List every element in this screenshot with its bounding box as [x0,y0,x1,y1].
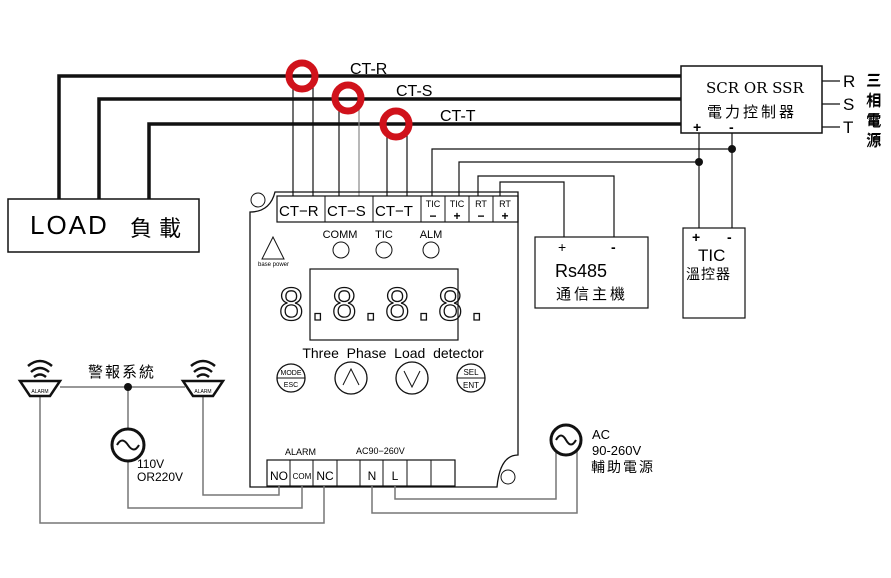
up-button[interactable] [334,361,368,395]
three-phase-power-label: 三 相 電 源 三相電源 [865,72,883,152]
scr-label-cn: 電力控制器 [707,103,797,121]
terminal-sign: + [501,209,508,223]
terminal-rt-plus[interactable]: RT [499,199,511,209]
led-tic-icon [375,241,393,259]
tic-box: + - TIC 溫控器 [682,227,746,319]
aux-power-ac: AC [592,427,610,442]
ent-label: ENT [463,381,479,390]
mode-esc-button[interactable]: MODE ESC [276,363,306,393]
load-label-cn: 負 載 [130,217,181,242]
up-arrow-icon [342,367,360,386]
ac-source-aux-icon [549,423,583,457]
ac-input-label: AC90−260V [356,446,405,456]
terminal-no[interactable]: NO [270,469,288,483]
ct-s-label: CT-S [396,83,432,100]
phase-s: S [843,95,854,114]
rs485-plus: + [558,239,566,255]
phase-supply-lines [822,80,840,128]
alarm-system-label: 警報系統 [88,363,156,381]
power-triangle-icon [261,235,285,260]
terminal-sign: − [429,209,436,223]
siren-left-icon: ALARM [17,359,63,398]
alarm-contact-label: ALARM [285,447,316,457]
terminal-n[interactable]: N [368,469,377,483]
load-box: LOAD 負 載 [7,198,200,253]
terminal-l[interactable]: L [392,469,399,483]
siren-label: ALARM [31,389,48,395]
load-label: LOAD [30,210,109,240]
rs485-title: Rs485 [555,261,607,281]
terminal-nc[interactable]: NC [316,469,334,483]
siren-right-icon: ALARM [180,359,226,398]
sel-ent-button[interactable]: SEL ENT [456,363,486,393]
tic-minus: - [727,229,732,245]
led-comm-label: COMM [323,229,358,241]
junction-dot [124,383,132,391]
led-comm-icon [332,241,350,259]
terminal-ct-r[interactable]: CT−R [279,203,319,220]
siren-label: ALARM [194,389,211,395]
base-power-label: base power [258,262,289,268]
phase-r: R [843,72,855,91]
terminal-tic-plus[interactable]: TIC [450,199,465,209]
phase-lines [57,74,681,199]
alarm-voltage-1: 110V [137,457,164,471]
scr-label: SCR OR SSR [706,79,804,97]
mode-label: MODE [281,370,302,377]
down-button[interactable] [395,361,429,395]
alarm-voltage-2: OR220V [137,470,183,484]
sel-label: SEL [463,368,479,377]
wiring-diagram: LOAD 負 載 CT-R CT-S CT-T SCR OR SSR 電力控制器… [7,59,883,524]
tic-title: TIC [698,246,725,265]
aux-power-label: 輔助電源 [591,460,655,476]
terminal-ct-s[interactable]: CT−S [327,203,366,220]
load-detector-device: CT−R CT−S CT−T TIC − TIC + RT − RT + bas… [249,191,519,488]
rs485-minus: - [611,239,616,255]
aux-power-voltage: 90-260V [592,443,641,458]
led-alm-icon [422,241,440,259]
led-tic-label: TIC [375,229,393,241]
esc-label: ESC [284,382,298,389]
junction-dot [728,145,736,153]
scr-plus: + [693,119,701,135]
terminal-sign: − [477,209,484,223]
tic-subtitle: 溫控器 [686,267,731,283]
display-digits: 8.8.8.8. [278,280,490,331]
tic-plus: + [692,229,700,245]
terminal-sign: + [453,209,460,223]
scr-minus: - [729,119,734,135]
rs485-box: + - Rs485 通信主機 [534,236,649,309]
device-title: Three Phase Load detector [302,345,484,361]
ct-t-label: CT-T [440,108,476,125]
terminal-ct-t[interactable]: CT−T [375,203,413,220]
phase-t: T [843,118,853,137]
terminal-rt-minus[interactable]: RT [475,199,487,209]
led-alm-label: ALM [420,229,443,241]
scr-controller: SCR OR SSR 電力控制器 + - [680,65,823,135]
junction-dot [695,158,703,166]
terminal-com[interactable]: COM [293,472,312,481]
terminal-tic-minus[interactable]: TIC [426,199,441,209]
ct-r-label: CT-R [350,61,387,78]
down-arrow-icon [403,370,421,389]
three-phase-power-label-vertical: 三相電源 [865,72,883,152]
rs485-subtitle: 通信主機 [556,285,628,303]
